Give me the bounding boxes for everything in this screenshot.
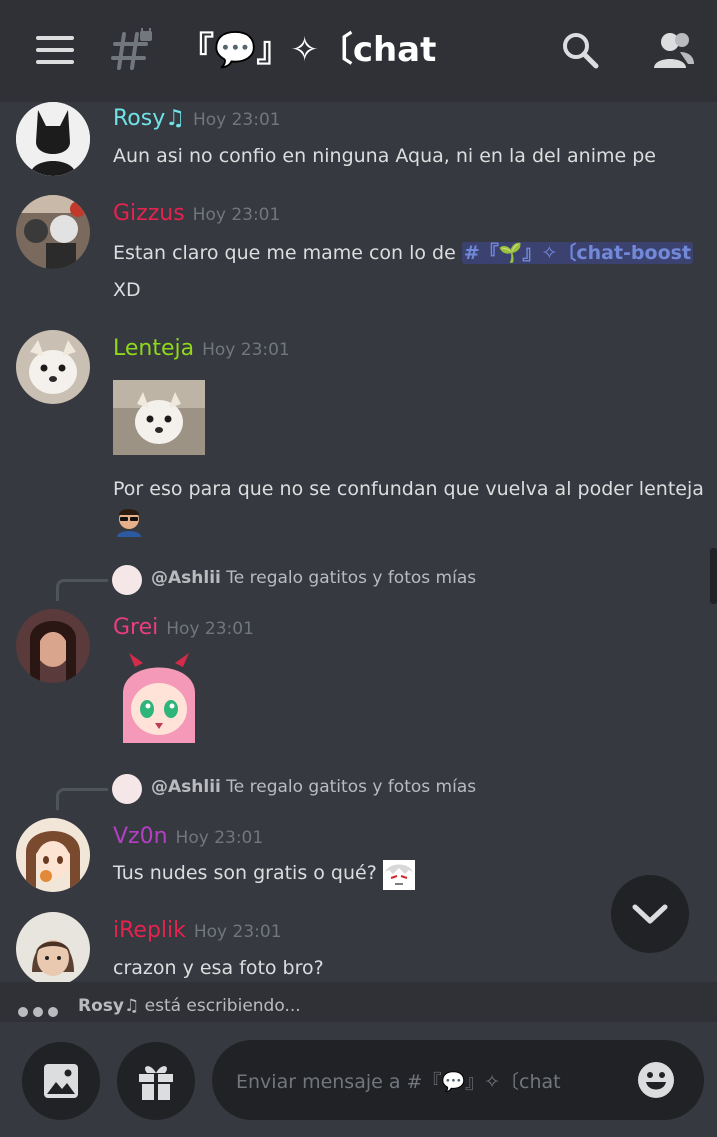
channel-mention[interactable]: #『🌱』✧〔chat-boost: [461, 242, 694, 264]
channel-header: 『💬』✧〔chat: [0, 0, 717, 102]
avatar[interactable]: [16, 102, 90, 176]
message-text: Tus nudes son gratis o qué?: [113, 862, 377, 884]
typing-suffix: está escribiendo...: [139, 996, 301, 1016]
chevron-down-icon: [632, 904, 668, 924]
image-icon: [44, 1064, 78, 1098]
gift-button[interactable]: [117, 1042, 195, 1120]
reply-username: @Ashlii: [151, 777, 221, 797]
reply-content: Te regalo gatitos y fotos mías: [226, 568, 477, 588]
timestamp: Hoy 23:01: [192, 110, 281, 130]
typing-indicator: Rosy♫ está escribiendo...: [0, 982, 717, 1022]
message-text-part: Estan claro que me mame con lo de: [113, 242, 462, 264]
search-icon[interactable]: [560, 30, 600, 70]
image-attachment[interactable]: [113, 380, 205, 455]
reply-text: @Ashlii Te regalo gatitos y fotos mías: [151, 568, 476, 588]
username[interactable]: iReplik: [113, 918, 186, 943]
avatar[interactable]: [16, 330, 90, 404]
scrollbar-thumb[interactable]: [710, 548, 717, 604]
timestamp: Hoy 23:01: [202, 340, 290, 360]
menu-icon[interactable]: [36, 36, 74, 64]
timestamp: Hoy 23:01: [193, 922, 282, 942]
message-input[interactable]: Enviar mensaje a #『💬』✧〔chat: [212, 1040, 704, 1120]
message-input-placeholder: Enviar mensaje a #『💬』✧〔chat: [236, 1071, 561, 1093]
message-list[interactable]: Rosy♫ Hoy 23:01 Aun asi no confio en ning…: [0, 102, 717, 982]
typing-dots-icon: [18, 1002, 63, 1021]
typing-text: Rosy♫ está escribiendo...: [78, 996, 301, 1016]
avatar[interactable]: [16, 195, 90, 269]
reply-connector: [56, 579, 108, 601]
username[interactable]: Lenteja: [113, 336, 194, 361]
reply-text: @Ashlii Te regalo gatitos y fotos mías: [151, 777, 476, 797]
username[interactable]: Vz0n: [113, 824, 168, 849]
reply-username: @Ashlii: [151, 568, 221, 588]
message-composer: Enviar mensaje a #『💬』✧〔chat: [0, 1022, 717, 1137]
username[interactable]: Gizzus: [113, 201, 185, 226]
reply-content: Te regalo gatitos y fotos mías: [226, 777, 477, 797]
timestamp: Hoy 23:01: [166, 619, 254, 639]
message-text: XD: [113, 279, 141, 301]
message-text: crazon y esa foto bro?: [113, 957, 324, 979]
smiley-icon: [638, 1062, 674, 1098]
message-text: Aun asi no confio en ninguna Aqua, ni en…: [113, 145, 656, 167]
reply-connector: [56, 788, 108, 810]
gift-icon: [139, 1066, 173, 1100]
timestamp: Hoy 23:01: [175, 828, 264, 848]
avatar[interactable]: [16, 912, 90, 982]
upload-image-button[interactable]: [22, 1042, 100, 1120]
members-icon[interactable]: [652, 30, 694, 70]
reply-avatar: [112, 774, 142, 804]
avatar[interactable]: [16, 818, 90, 892]
username[interactable]: Rosy♫: [113, 106, 185, 131]
emoji-sunglasses-icon: [113, 505, 145, 537]
message-text: Estan claro que me mame con lo de #『🌱』✧〔…: [113, 238, 694, 265]
avatar[interactable]: [16, 609, 90, 683]
message-text: Por eso para que no se confundan que vue…: [113, 478, 704, 500]
jump-to-latest-button[interactable]: [611, 875, 689, 953]
emoji-anime-face-icon: [383, 860, 415, 890]
emoji-picker-button[interactable]: [636, 1060, 676, 1100]
channel-title[interactable]: 『💬』✧〔chat: [180, 26, 436, 74]
reply-avatar: [112, 565, 142, 595]
sticker-anime-girl-icon[interactable]: [113, 653, 205, 743]
username[interactable]: Grei: [113, 615, 158, 640]
typing-user: Rosy♫: [78, 996, 140, 1016]
timestamp: Hoy 23:01: [192, 205, 281, 225]
hash-lock-icon: [110, 24, 154, 72]
